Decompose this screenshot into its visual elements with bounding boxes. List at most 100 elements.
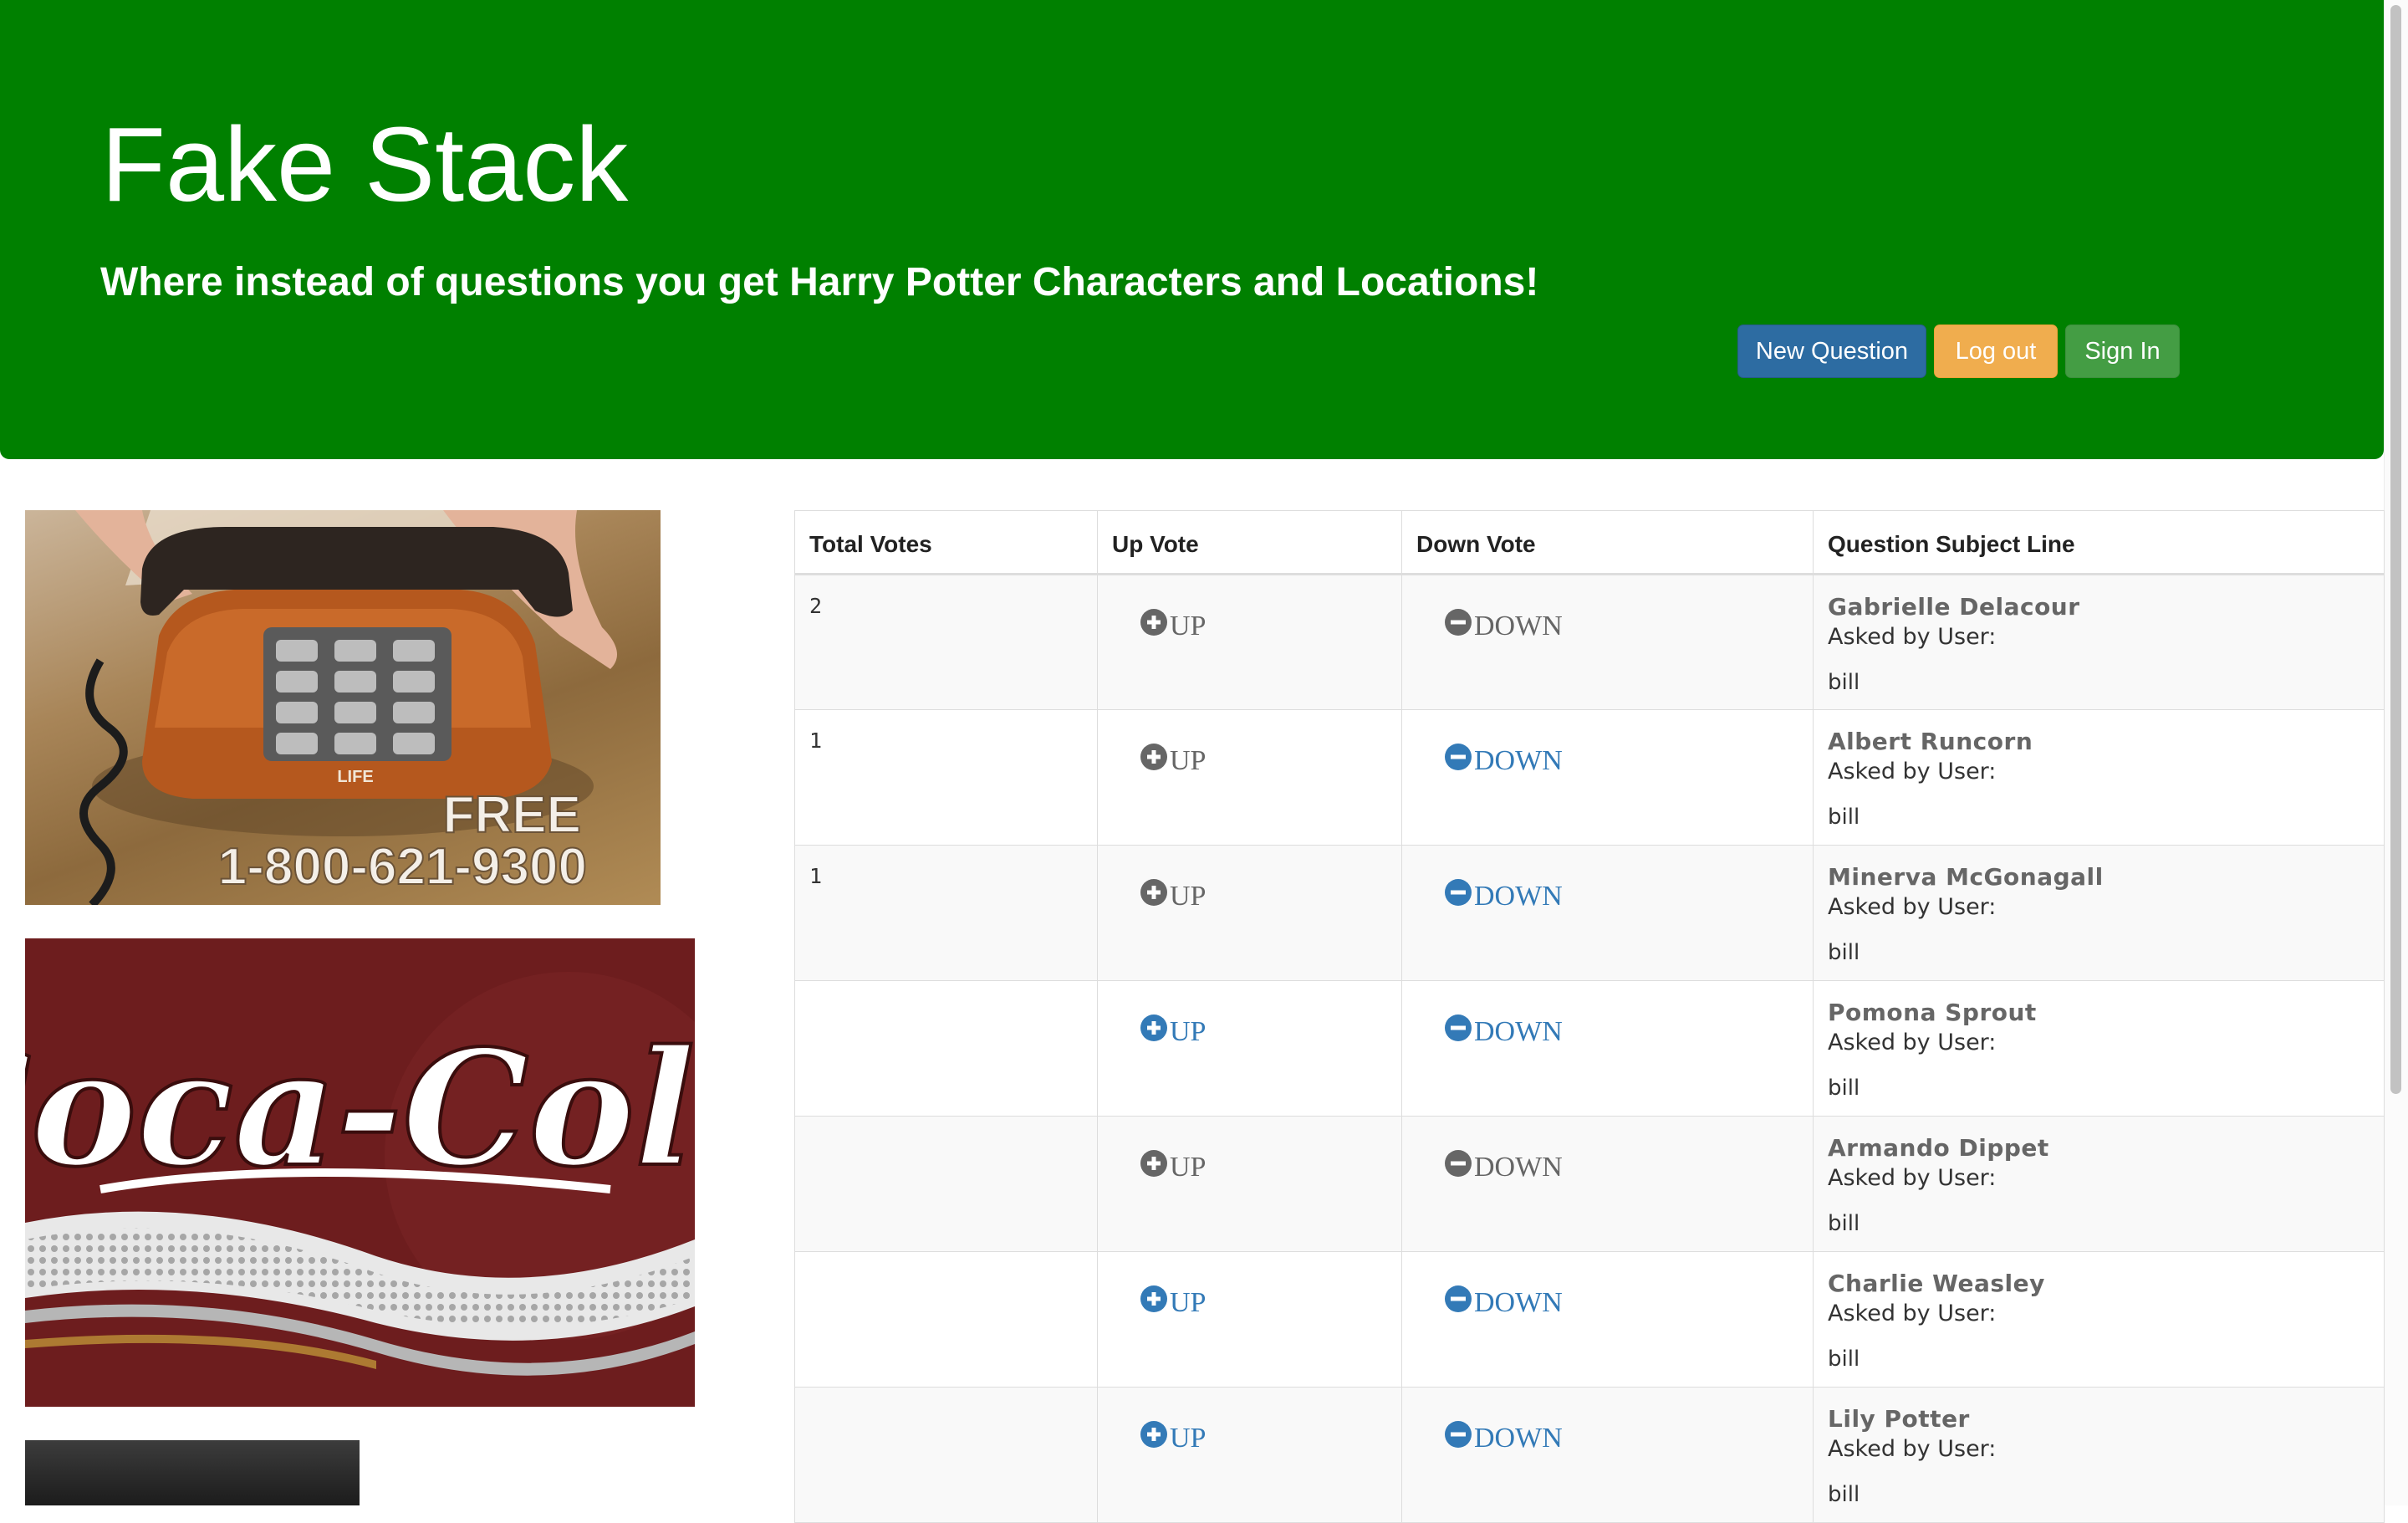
question-subject-link[interactable]: Minerva McGonagall (1828, 862, 2384, 892)
down-vote-cell: DOWN (1401, 1387, 1814, 1523)
down-vote-label: DOWN (1474, 1152, 1563, 1183)
asked-by-username: bill (1828, 805, 1860, 830)
asked-by-label: Asked by User: (1828, 624, 1997, 650)
up-vote-link[interactable]: UP (1140, 1150, 1207, 1183)
phone-ad-image: LIFE FREE 1-800-621-9300 (25, 510, 661, 905)
plus-circle-icon (1140, 1285, 1167, 1312)
question-subject-link[interactable]: Gabrielle Delacour (1828, 592, 2384, 622)
asked-by-username: bill (1828, 1211, 1860, 1236)
down-vote-link[interactable]: DOWN (1444, 879, 1563, 912)
asked-by-label: Asked by User: (1828, 1030, 1997, 1055)
phone-ad-free: FREE (443, 786, 581, 844)
up-vote-cell: UP (1097, 980, 1402, 1117)
minus-circle-icon (1445, 609, 1472, 636)
down-vote-link[interactable]: DOWN (1444, 1285, 1563, 1319)
up-vote-label: UP (1170, 881, 1207, 912)
question-subject-cell: Charlie Weasley Asked by User: bill (1813, 1251, 2385, 1388)
asked-by-label: Asked by User: (1828, 1301, 1997, 1326)
phone-ad-illustration: LIFE FREE 1-800-621-9300 (75, 510, 617, 905)
table-row: UP DOWN Charlie Weasley Asked by User: bill (794, 1251, 2385, 1388)
question-subject-cell: Pomona Sprout Asked by User: bill (1813, 980, 2385, 1117)
new-question-button[interactable]: New Question (1737, 325, 1926, 378)
vertical-scrollbar[interactable] (2384, 0, 2408, 1505)
down-vote-cell: DOWN (1401, 574, 1814, 710)
table-row: 1 UP DOWN Minerva McGonagall Asked by User: b… (794, 845, 2385, 981)
column-header-subject: Question Subject Line (1813, 510, 2385, 575)
down-vote-link[interactable]: DOWN (1444, 1421, 1563, 1454)
question-subject-cell: Gabrielle Delacour Asked by User: bill (1813, 574, 2385, 710)
plus-circle-icon (1140, 1150, 1167, 1177)
plus-circle-icon (1140, 879, 1167, 906)
asked-by-label: Asked by User: (1828, 1165, 1997, 1191)
question-subject-link[interactable]: Pomona Sprout (1828, 998, 2384, 1028)
down-vote-link[interactable]: DOWN (1444, 1150, 1563, 1183)
up-vote-cell: UP (1097, 1251, 1402, 1388)
question-subject-link[interactable]: Armando Dippet (1828, 1133, 2384, 1163)
down-vote-label: DOWN (1474, 611, 1563, 641)
table-header-row: Total Votes Up Vote Down Vote Question S… (794, 510, 2385, 575)
down-vote-link[interactable]: DOWN (1444, 1014, 1563, 1048)
table-row: 1 UP DOWN Albert Runcorn Asked by User: bill (794, 709, 2385, 846)
plus-circle-icon (1140, 609, 1167, 636)
down-vote-cell: DOWN (1401, 980, 1814, 1117)
minus-circle-icon (1445, 1285, 1472, 1312)
up-vote-label: UP (1170, 745, 1207, 776)
question-subject-cell: Lily Potter Asked by User: bill (1813, 1387, 2385, 1523)
up-vote-cell: UP (1097, 709, 1402, 846)
total-votes-cell: 1 (794, 845, 1098, 981)
up-vote-link[interactable]: UP (1140, 1014, 1207, 1048)
asked-by-username: bill (1828, 1347, 1860, 1372)
minus-circle-icon (1445, 1421, 1472, 1448)
minus-circle-icon (1445, 1014, 1472, 1041)
up-vote-label: UP (1170, 1152, 1207, 1183)
total-votes-cell (794, 1251, 1098, 1388)
question-subject-cell: Armando Dippet Asked by User: bill (1813, 1116, 2385, 1252)
down-vote-label: DOWN (1474, 1423, 1563, 1454)
table-row: UP DOWN Pomona Sprout Asked by User: bill (794, 980, 2385, 1117)
up-vote-cell: UP (1097, 574, 1402, 710)
question-subject-cell: Minerva McGonagall Asked by User: bill (1813, 845, 2385, 981)
plus-circle-icon (1140, 1421, 1167, 1448)
asked-by-label: Asked by User: (1828, 894, 1997, 920)
table-row: UP DOWN Lily Potter Asked by User: bill (794, 1387, 2385, 1523)
asked-by-username: bill (1828, 670, 1860, 695)
question-subject-cell: Albert Runcorn Asked by User: bill (1813, 709, 2385, 846)
up-vote-link[interactable]: UP (1140, 1285, 1207, 1319)
minus-circle-icon (1445, 879, 1472, 906)
asked-by-username: bill (1828, 1076, 1860, 1101)
page-title: Fake Stack (101, 105, 629, 223)
questions-table: Total Votes Up Vote Down Vote Question S… (794, 510, 2385, 1523)
scrollbar-thumb[interactable] (2390, 5, 2401, 1094)
plus-circle-icon (1140, 744, 1167, 770)
up-vote-cell: UP (1097, 1116, 1402, 1252)
sign-in-button[interactable]: Sign In (2065, 325, 2180, 378)
page-subtitle: Where instead of questions you get Harry… (100, 260, 1539, 304)
down-vote-link[interactable]: DOWN (1444, 609, 1563, 642)
log-out-button[interactable]: Log out (1934, 325, 2058, 378)
third-ad-image (25, 1440, 360, 1505)
table-row: UP DOWN Armando Dippet Asked by User: bill (794, 1116, 2385, 1252)
column-header-total-votes: Total Votes (794, 510, 1098, 575)
up-vote-link[interactable]: UP (1140, 879, 1207, 912)
column-header-down-vote: Down Vote (1401, 510, 1814, 575)
total-votes-cell (794, 1116, 1098, 1252)
up-vote-link[interactable]: UP (1140, 1421, 1207, 1454)
question-subject-link[interactable]: Lily Potter (1828, 1404, 2384, 1434)
asked-by-username: bill (1828, 940, 1860, 965)
up-vote-link[interactable]: UP (1140, 609, 1207, 642)
coca-cola-ad-image: Coca-Cola (25, 938, 695, 1407)
up-vote-label: UP (1170, 611, 1207, 641)
table-row: 2 UP DOWN Gabrielle Delacour Asked by User: b… (794, 574, 2385, 710)
total-votes-cell: 1 (794, 709, 1098, 846)
up-vote-label: UP (1170, 1016, 1207, 1047)
down-vote-cell: DOWN (1401, 1251, 1814, 1388)
minus-circle-icon (1445, 1150, 1472, 1177)
up-vote-label: UP (1170, 1423, 1207, 1454)
phone-ad-number: 1-800-621-9300 (218, 838, 587, 896)
up-vote-label: UP (1170, 1287, 1207, 1318)
up-vote-link[interactable]: UP (1140, 744, 1207, 777)
down-vote-link[interactable]: DOWN (1444, 744, 1563, 777)
jumbotron-header: Fake Stack Where instead of questions yo… (0, 0, 2384, 459)
question-subject-link[interactable]: Albert Runcorn (1828, 727, 2384, 757)
question-subject-link[interactable]: Charlie Weasley (1828, 1269, 2384, 1299)
